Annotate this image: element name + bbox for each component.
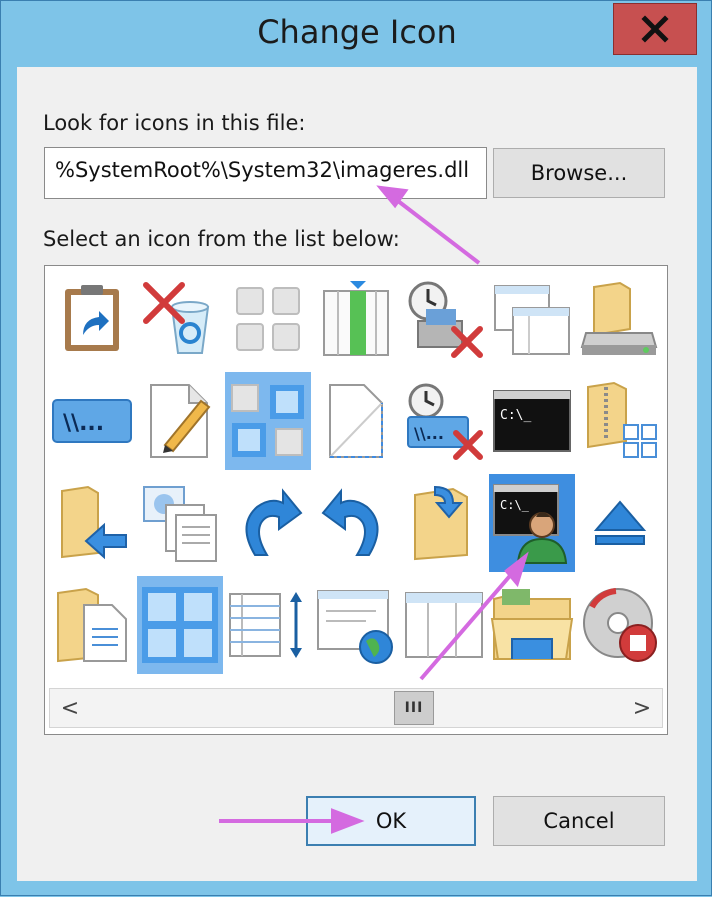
dialog-title: Change Icon bbox=[257, 13, 457, 51]
icon-cell[interactable] bbox=[577, 372, 663, 470]
scroll-thumb[interactable]: III bbox=[394, 691, 434, 725]
ok-button[interactable]: OK bbox=[306, 796, 476, 846]
icon-cell[interactable] bbox=[401, 474, 487, 572]
gray-tiles-icon bbox=[236, 287, 300, 351]
scroll-right-button[interactable]: > bbox=[622, 689, 662, 727]
cancel-button[interactable]: Cancel bbox=[493, 796, 665, 846]
icon-cell[interactable]: C:\_ bbox=[489, 372, 575, 470]
cmd-prompt-icon: C:\_ bbox=[493, 390, 571, 452]
clipboard-shortcut-icon bbox=[65, 285, 119, 351]
icon-cell[interactable] bbox=[401, 270, 487, 368]
icon-cell[interactable] bbox=[137, 474, 223, 572]
scroll-left-button[interactable]: < bbox=[50, 689, 90, 727]
icon-cell[interactable]: \\... bbox=[401, 372, 487, 470]
icon-cell[interactable] bbox=[313, 270, 399, 368]
icon-cell[interactable] bbox=[225, 372, 311, 470]
icon-list[interactable]: \\... \\... C:\_ C:\_ < III > bbox=[44, 265, 668, 735]
icon-file-path-input[interactable]: %SystemRoot%\System32\imageres.dll bbox=[44, 147, 487, 199]
recycle-bin-delete-icon bbox=[143, 282, 210, 354]
dialog-body: Look for icons in this file: %SystemRoot… bbox=[17, 67, 697, 881]
icon-cell[interactable] bbox=[313, 474, 399, 572]
icon-cell[interactable] bbox=[137, 372, 223, 470]
file-label: Look for icons in this file: bbox=[43, 111, 306, 135]
icon-cell[interactable] bbox=[489, 270, 575, 368]
undo-arrow-icon bbox=[321, 488, 379, 556]
svg-text:\\...: \\... bbox=[414, 424, 444, 443]
icon-cell[interactable] bbox=[225, 576, 311, 674]
icon-cell[interactable] bbox=[49, 576, 135, 674]
disc-stop-icon bbox=[583, 588, 657, 662]
change-icon-dialog: Change Icon Look for icons in this file:… bbox=[0, 0, 712, 896]
icon-cell[interactable] bbox=[489, 576, 575, 674]
icon-cell[interactable] bbox=[225, 270, 311, 368]
picture-documents-icon bbox=[143, 486, 217, 562]
clock-printer-x-icon bbox=[408, 281, 483, 358]
svg-text:C:\_: C:\_ bbox=[500, 498, 530, 512]
browse-button[interactable]: Browse... bbox=[493, 148, 665, 198]
cmd-user-icon: C:\_ bbox=[493, 484, 568, 564]
folder-share-icon bbox=[414, 485, 468, 561]
icon-cell[interactable] bbox=[137, 576, 223, 674]
icon-cell[interactable] bbox=[577, 576, 663, 674]
eject-icon bbox=[593, 500, 647, 545]
icon-cell[interactable] bbox=[577, 270, 663, 368]
icon-cell[interactable] bbox=[49, 474, 135, 572]
icon-cell[interactable]: \\... bbox=[49, 372, 135, 470]
blue-tiles-icon bbox=[142, 587, 218, 663]
icon-cell[interactable] bbox=[49, 270, 135, 368]
folder-documents-icon bbox=[57, 587, 127, 663]
svg-text:C:\_: C:\_ bbox=[500, 408, 531, 423]
network-path-icon: \\... bbox=[52, 399, 132, 443]
close-button[interactable] bbox=[613, 3, 697, 55]
horizontal-scrollbar[interactable]: < III > bbox=[49, 688, 663, 728]
close-icon bbox=[641, 15, 669, 43]
drive-folder-icon bbox=[580, 281, 658, 355]
web-window-globe-icon bbox=[317, 590, 393, 664]
windows-stack-icon bbox=[494, 285, 570, 355]
icon-cell[interactable] bbox=[137, 270, 223, 368]
clock-network-x-icon: \\... bbox=[407, 383, 483, 460]
svg-text:\\...: \\... bbox=[63, 411, 104, 436]
column-pane-icon bbox=[323, 281, 389, 356]
icon-cell[interactable] bbox=[401, 576, 487, 674]
list-resize-icon bbox=[229, 592, 302, 658]
blank-page-icon bbox=[329, 384, 383, 458]
document-pencil-icon bbox=[150, 384, 211, 458]
icon-cell[interactable] bbox=[225, 474, 311, 572]
folder-back-arrow-icon bbox=[61, 485, 127, 560]
redo-arrow-icon bbox=[245, 488, 303, 556]
icon-cell[interactable] bbox=[313, 576, 399, 674]
icon-cell-selected[interactable]: C:\_ bbox=[489, 474, 575, 572]
open-folders-icon bbox=[490, 589, 574, 660]
table-window-icon bbox=[405, 592, 483, 658]
zipped-folder-icon bbox=[587, 381, 657, 458]
tiles-select-icon bbox=[231, 384, 304, 457]
icon-list-label: Select an icon from the list below: bbox=[43, 227, 400, 251]
icon-cell[interactable] bbox=[577, 474, 663, 572]
icon-cell[interactable] bbox=[313, 372, 399, 470]
